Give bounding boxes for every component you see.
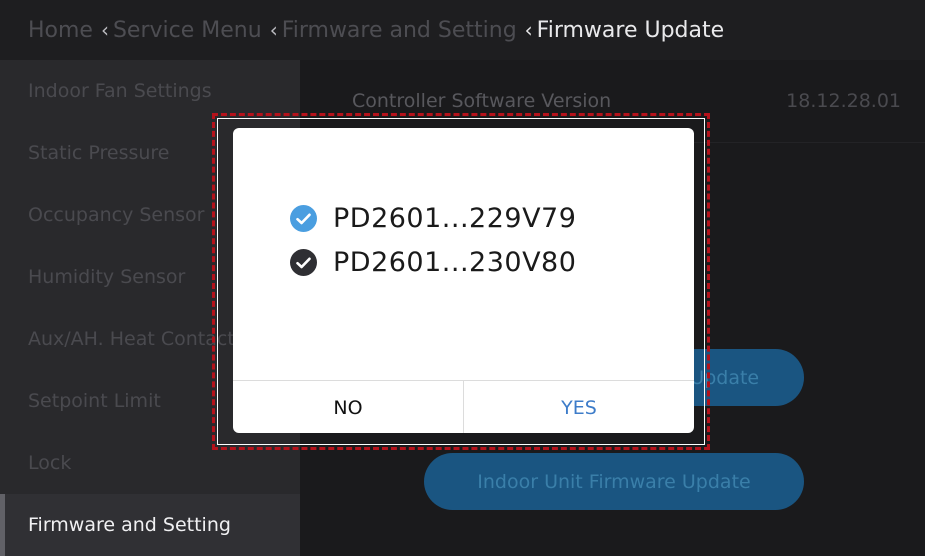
active-indicator [0,494,5,556]
check-circle-icon [290,205,317,232]
button-label: Indoor Unit Firmware Update [477,470,751,493]
sidebar-item-label: Occupancy Sensor [28,204,205,226]
page-title: Firmware Update [536,17,725,43]
check-circle-icon [290,249,317,276]
chevron-left-icon: ‹ [524,18,533,42]
controller-version-label: Controller Software Version [352,90,612,112]
controller-version-value: 18.12.28.01 [786,90,901,112]
sidebar-item-label: Firmware and Setting [28,514,231,536]
no-button[interactable]: NO [233,381,464,433]
breadcrumb-firmware-and-setting[interactable]: Firmware and Setting [282,18,517,43]
breadcrumb-home[interactable]: Home [28,18,93,43]
sidebar-item-label: Static Pressure [28,142,170,164]
file-item-selected[interactable]: PD2601...229V79 [290,203,576,234]
file-name: PD2601...229V79 [333,203,577,234]
file-name: PD2601...230V80 [333,247,577,278]
sidebar-item-firmware-and-setting[interactable]: Firmware and Setting [0,494,300,556]
breadcrumb: Home ‹ Service Menu ‹ Firmware and Setti… [0,0,925,60]
sidebar-item-label: Indoor Fan Settings [28,80,212,102]
sidebar-item-label: Lock [28,452,72,474]
firmware-select-dialog: PD2601...229V79 PD2601...230V80 NO YES [233,128,694,433]
chevron-left-icon: ‹ [100,18,109,42]
sidebar-item-label: Humidity Sensor [28,266,186,288]
indoor-firmware-update-button[interactable]: Indoor Unit Firmware Update [424,453,804,510]
sidebar-item-label: Aux/AH. Heat Contact [28,328,235,350]
breadcrumb-service-menu[interactable]: Service Menu [113,18,262,43]
chevron-left-icon: ‹ [269,18,278,42]
file-item-checked[interactable]: PD2601...230V80 [290,247,576,278]
sidebar-item-label: Setpoint Limit [28,390,161,412]
yes-button[interactable]: YES [464,381,694,433]
dialog-footer: NO YES [233,380,694,433]
